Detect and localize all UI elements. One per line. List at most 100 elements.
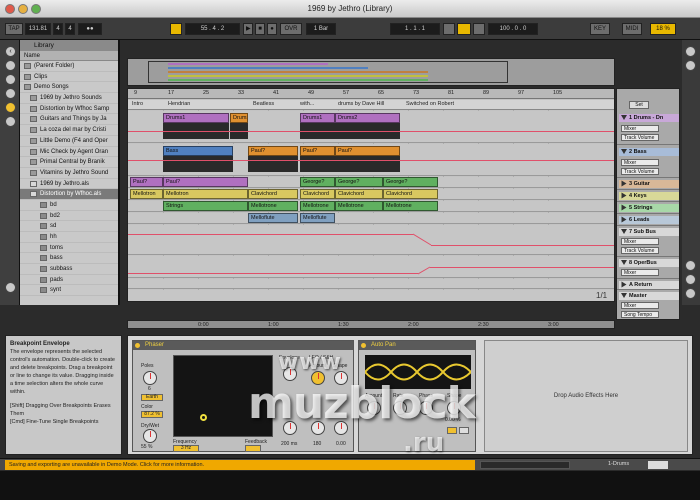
live-devices-button[interactable] [5, 60, 16, 71]
browser-header[interactable]: Library [20, 40, 118, 51]
time-ruler[interactable]: 0:00 1:00 1:30 2:00 2:30 3:00 [127, 320, 615, 329]
track-lane-master[interactable]: 1/1 [128, 290, 614, 301]
automation-line[interactable] [431, 245, 614, 246]
audio-clip[interactable]: Clavichord [383, 189, 438, 199]
locator-lane[interactable]: Intro Hendrian Beatless with... drums by… [128, 100, 614, 110]
track-lane-sub-bus[interactable] [128, 225, 614, 255]
audio-clip[interactable]: Paul? [130, 177, 163, 187]
lfo-phase-knob[interactable] [334, 421, 348, 435]
automation-device-select[interactable]: Mixer [621, 269, 659, 276]
tap-tempo-button[interactable]: TAP [5, 23, 23, 35]
punch-in-button[interactable] [443, 23, 455, 35]
browser-item-selected[interactable]: Distortion by Wfhoc.als [20, 189, 118, 200]
browser-item[interactable]: 1969 by Jethro.als [20, 179, 118, 190]
meter-denominator[interactable]: 4 [65, 23, 75, 35]
browser-item[interactable]: synt [20, 285, 118, 297]
track-name[interactable]: 4 Keys [619, 192, 679, 200]
audio-clip[interactable]: Mellotron [163, 189, 248, 199]
env-attack-knob[interactable] [283, 421, 297, 435]
automation-line[interactable] [128, 160, 614, 161]
track-lane-leads[interactable]: Melloflute Melloflute [128, 213, 614, 224]
quantization-menu[interactable]: 1 Bar [306, 23, 336, 35]
pan-phase-knob[interactable] [419, 401, 433, 415]
mixer-toggle-button[interactable] [685, 288, 696, 299]
browser-item[interactable]: bass [20, 253, 118, 265]
audio-clip[interactable]: Mellotrone [335, 201, 383, 211]
audio-clip[interactable]: Drums2 [335, 113, 400, 123]
overdub-button[interactable]: OVR [280, 23, 302, 35]
track-lane-guitar[interactable]: Paul? Paul? George? George? George? [128, 177, 614, 188]
audio-clip[interactable]: Clavichord [248, 189, 298, 199]
track-header-guitar[interactable]: 3 Guitar [617, 178, 679, 190]
track-header-master[interactable]: Master Mixer Song Tempo [617, 290, 679, 319]
demo-mode-message[interactable]: Saving and exporting are unavailable in … [5, 460, 475, 470]
locator[interactable]: Hendrian [168, 101, 190, 107]
track-name[interactable]: 8 OperBus [619, 259, 679, 267]
automation-line[interactable] [128, 273, 418, 274]
audio-clip[interactable]: Drums1 [300, 113, 335, 123]
waveform-sine-button[interactable] [447, 427, 457, 434]
audio-clip[interactable]: Strings [163, 201, 248, 211]
session-view-button[interactable] [685, 46, 696, 57]
device-title-bar[interactable]: Auto Pan [359, 341, 475, 350]
automation-line[interactable] [128, 234, 413, 235]
earth-button[interactable]: Earth [141, 394, 163, 401]
auto-pan-device[interactable]: Auto Pan Amount Rate Phase Shape 0.00 % [358, 340, 476, 452]
track-name[interactable]: 1 Drums - Dn [619, 114, 679, 122]
dry-wet-knob[interactable] [143, 429, 157, 443]
track-name[interactable]: 7 Sub Bus [619, 228, 679, 236]
track-header-drums[interactable]: 1 Drums - Dn Mixer Track Volume [617, 111, 679, 145]
device-title-bar[interactable]: Phaser [133, 341, 353, 350]
browser-column-name[interactable]: Name [20, 51, 118, 61]
midi-map-button[interactable]: MIDI [622, 23, 642, 35]
locator[interactable]: drums by Dave Hill [338, 101, 384, 107]
browser-item[interactable]: Mic Check by Agent Oran [20, 147, 118, 158]
browser-item[interactable]: (Parent Folder) [20, 61, 118, 72]
track-lane-return[interactable] [128, 279, 614, 289]
locator[interactable]: Beatless [253, 101, 274, 107]
pan-shape-knob[interactable] [447, 401, 461, 415]
browser-item[interactable]: Demo Songs [20, 82, 118, 94]
follow-button[interactable] [170, 23, 182, 35]
locator[interactable]: Switched on Robert [406, 101, 454, 107]
arrangement-overview[interactable] [127, 58, 615, 86]
track-header-leads[interactable]: 6 Leads [617, 214, 679, 226]
automation-param-select[interactable]: Track Volume [621, 134, 659, 141]
browser-toggle-button[interactable]: ‹ [5, 46, 16, 57]
waveform-triangle-button[interactable] [459, 427, 469, 434]
lfo-shape-knob[interactable] [334, 371, 348, 385]
audio-clip[interactable]: George? [335, 177, 383, 187]
browser-item[interactable]: Little Demo (F4 and Oper [20, 136, 118, 147]
frequency-field[interactable]: 3 Hz [173, 445, 199, 452]
automation-device-select[interactable]: Mixer [621, 159, 659, 166]
phaser-device[interactable]: Phaser Poles 6 Earth Color 87.2 % Dry/We… [132, 340, 354, 452]
audio-clip[interactable]: Paul? [300, 146, 335, 156]
track-name[interactable]: Master [619, 292, 679, 300]
device-power-icon[interactable] [361, 343, 366, 348]
xy-handle[interactable] [200, 414, 207, 421]
track-name[interactable]: 2 Bass [619, 148, 679, 156]
drop-zone[interactable]: Drop Audio Effects Here [484, 340, 688, 452]
browser-item[interactable]: toms [20, 243, 118, 254]
stop-button[interactable]: ■ [255, 23, 265, 35]
audio-clip[interactable]: Mellotron [130, 189, 163, 199]
track-header-keys[interactable]: 4 Keys [617, 190, 679, 202]
automation-ramp[interactable] [413, 233, 433, 247]
loop-switch[interactable] [457, 23, 471, 35]
overview-viewport[interactable] [148, 61, 508, 83]
track-name[interactable]: 3 Guitar [619, 180, 679, 188]
audio-clip[interactable]: Clavichord [300, 189, 335, 199]
browser-item[interactable]: 1969 by Jethro Sounds [20, 93, 118, 104]
arrangement-view-button[interactable] [685, 60, 696, 71]
browser-item[interactable]: hh [20, 232, 118, 243]
locator[interactable]: with... [300, 101, 314, 107]
track-header-sub-bus[interactable]: 7 Sub Bus Mixer Track Volume [617, 226, 679, 257]
meter-numerator[interactable]: 4 [53, 23, 63, 35]
track-lane-strings[interactable]: Strings Mellotrone Mellotrone Mellotrone… [128, 201, 614, 212]
audio-clip[interactable]: Drums2 [230, 113, 248, 123]
track-name[interactable]: 6 Leads [619, 216, 679, 224]
pan-amount-knob[interactable] [367, 401, 381, 415]
feedback-field[interactable] [245, 445, 261, 452]
track-header-oper-bus[interactable]: 8 OperBus Mixer [617, 257, 679, 279]
audio-clip[interactable]: George? [300, 177, 335, 187]
